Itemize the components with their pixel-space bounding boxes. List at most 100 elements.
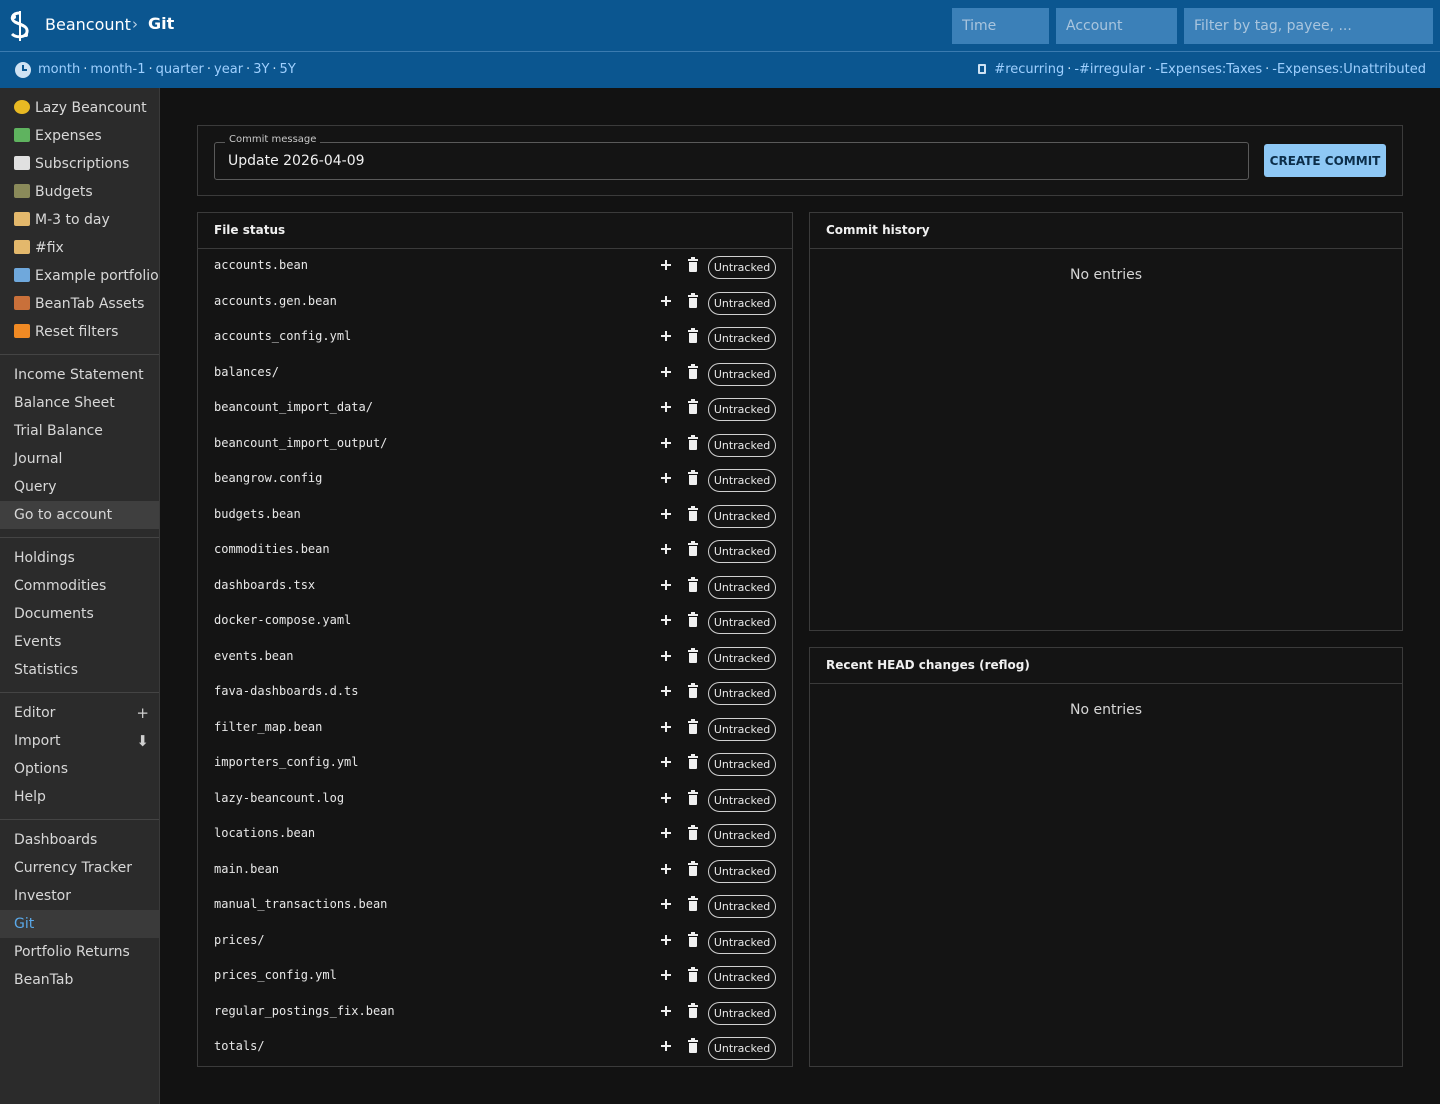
delete-file-icon[interactable] [687,363,701,381]
stage-file-icon[interactable] [658,434,674,452]
stage-file-icon[interactable] [658,931,674,949]
stage-file-icon[interactable] [658,753,674,771]
delete-file-icon[interactable] [687,753,701,771]
sidebar-item-link[interactable]: Reset filters [0,318,159,346]
sidebar-item-events[interactable]: Events [0,628,159,656]
delete-file-icon[interactable] [687,895,701,913]
stage-file-icon[interactable] [658,895,674,913]
delete-file-icon[interactable] [687,824,701,842]
add-icon[interactable]: + [136,699,149,727]
stage-file-icon[interactable] [658,647,674,665]
delete-file-icon[interactable] [687,966,701,984]
time-filter-input[interactable] [952,8,1049,44]
time-link[interactable]: year [214,62,243,77]
stage-file-icon[interactable] [658,682,674,700]
delete-file-icon[interactable] [687,434,701,452]
filter-link[interactable]: #recurring [994,62,1064,77]
delete-file-icon[interactable] [687,327,701,345]
sidebar-item-import[interactable]: Import ⬇ [0,727,159,755]
sidebar-item-link[interactable]: BeanTab Assets [0,290,159,318]
sidebar-item-commodities[interactable]: Commodities [0,572,159,600]
sidebar-item-link[interactable]: Subscriptions [0,150,159,178]
time-link[interactable]: month [38,62,80,77]
stage-file-icon[interactable] [658,1037,674,1055]
stage-file-icon[interactable] [658,469,674,487]
sidebar-item-journal[interactable]: Journal [0,445,159,473]
stage-file-icon[interactable] [658,1002,674,1020]
stage-file-icon[interactable] [658,789,674,807]
filter-link[interactable]: -Expenses:Unattributed [1272,62,1426,77]
delete-file-icon[interactable] [687,611,701,629]
sidebar-item-link[interactable]: M-3 to day [0,206,159,234]
delete-file-icon[interactable] [687,789,701,807]
stage-file-icon[interactable] [658,611,674,629]
filter-link[interactable]: -#irregular [1074,62,1145,77]
sidebar-item-link[interactable]: #fix [0,234,159,262]
delete-file-icon[interactable] [687,256,701,274]
download-icon[interactable]: ⬇ [136,727,149,755]
sidebar-item-link[interactable]: Budgets [0,178,159,206]
stage-file-icon[interactable] [658,363,674,381]
sidebar-item-currency-tracker[interactable]: Currency Tracker [0,854,159,882]
stage-file-icon[interactable] [658,327,674,345]
sidebar-item-balance-sheet[interactable]: Balance Sheet [0,389,159,417]
stage-file-icon[interactable] [658,540,674,558]
time-link[interactable]: month-1 [90,62,145,77]
delete-file-icon[interactable] [687,718,701,736]
delete-file-icon[interactable] [687,398,701,416]
stage-file-icon[interactable] [658,398,674,416]
time-link[interactable]: quarter [156,62,204,77]
filter-link[interactable]: -Expenses:Taxes [1155,62,1262,77]
delete-file-icon[interactable] [687,860,701,878]
delete-file-icon[interactable] [687,1037,701,1055]
stage-file-icon[interactable] [658,966,674,984]
delete-file-icon[interactable] [687,647,701,665]
delete-file-icon[interactable] [687,505,701,523]
tag-payee-filter-input[interactable] [1184,8,1433,44]
status-badge: Untracked [708,611,776,634]
sidebar-item-link[interactable]: Expenses [0,122,159,150]
time-link[interactable]: 5Y [280,62,296,77]
sidebar-item-trial-balance[interactable]: Trial Balance [0,417,159,445]
sidebar-item-link[interactable]: Lazy Beancount [0,94,159,122]
stage-file-icon[interactable] [658,576,674,594]
sidebar-item-statistics[interactable]: Statistics [0,656,159,684]
delete-file-icon[interactable] [687,469,701,487]
stage-file-icon[interactable] [658,718,674,736]
commit-message-field[interactable]: Commit message [214,134,1249,180]
delete-file-icon[interactable] [687,540,701,558]
sidebar-item-holdings[interactable]: Holdings [0,544,159,572]
sidebar-item-beantab[interactable]: BeanTab [0,966,159,994]
sidebar-item-portfolio-returns[interactable]: Portfolio Returns [0,938,159,966]
sidebar-item-git[interactable]: Git [0,910,159,938]
sidebar-item-options[interactable]: Options [0,755,159,783]
stage-file-icon[interactable] [658,824,674,842]
sidebar-item-income-statement[interactable]: Income Statement [0,361,159,389]
stage-file-icon[interactable] [658,860,674,878]
sidebar-item-documents[interactable]: Documents [0,600,159,628]
stage-file-icon[interactable] [658,505,674,523]
sidebar-item-editor[interactable]: Editor + [0,699,159,727]
sidebar-item-query[interactable]: Query [0,473,159,501]
create-commit-button[interactable]: CREATE COMMIT [1264,144,1386,177]
sidebar-item-dashboards[interactable]: Dashboards [0,826,159,854]
account-filter-input[interactable] [1056,8,1177,44]
sidebar-item-link[interactable]: Example portfolio [0,262,159,290]
delete-file-icon[interactable] [687,682,701,700]
beancount-logo-icon[interactable] [7,11,33,41]
time-link[interactable]: 3Y [253,62,269,77]
sidebar-item-help[interactable]: Help [0,783,159,811]
sidebar-item-investor[interactable]: Investor [0,882,159,910]
stage-file-icon[interactable] [658,256,674,274]
status-badge: Untracked [708,859,776,883]
delete-file-icon[interactable] [687,931,701,949]
delete-file-icon[interactable] [687,1002,701,1020]
stage-file-icon[interactable] [658,292,674,310]
file-row: dashboards.tsx Untracked [198,570,792,606]
delete-file-icon[interactable] [687,292,701,310]
sidebar-item-go-to-account[interactable]: Go to account [0,501,159,529]
status-badge: Untracked [708,930,776,954]
brand-name[interactable]: Beancount [45,15,131,34]
commit-message-input[interactable] [215,143,1248,179]
delete-file-icon[interactable] [687,576,701,594]
